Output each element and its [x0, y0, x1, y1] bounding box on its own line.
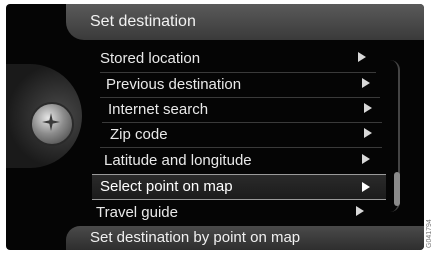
play-arrow-icon: [356, 206, 364, 216]
menu-item-label: Internet search: [108, 101, 209, 118]
page-title: Set destination: [90, 13, 196, 30]
menu-item[interactable]: Internet search: [102, 99, 382, 121]
divider: [100, 97, 380, 98]
play-arrow-icon: [358, 52, 366, 62]
menu-item-label: Select point on map: [100, 178, 233, 195]
nav-screen: Set destination Stored location Previous…: [6, 4, 424, 250]
play-arrow-icon: [362, 78, 370, 88]
menu-item[interactable]: Latitude and longitude: [98, 150, 382, 172]
header-bar: Set destination: [66, 4, 424, 40]
play-arrow-icon: [364, 103, 372, 113]
menu-item[interactable]: Zip code: [102, 124, 382, 146]
menu-item-label: Stored location: [100, 50, 201, 67]
divider: [100, 147, 382, 148]
footer-bar: Set destination by point on map: [66, 226, 424, 250]
menu-item[interactable]: Travel guide: [90, 202, 380, 224]
play-arrow-icon: [362, 182, 370, 192]
image-code: G041794: [426, 219, 433, 248]
divider: [102, 122, 382, 123]
menu-item-selected[interactable]: Select point on map: [92, 174, 386, 200]
divider: [100, 72, 376, 73]
menu-item-label: Previous destination: [106, 76, 242, 93]
menu-item-label: Travel guide: [96, 204, 178, 221]
menu-item[interactable]: Stored location: [94, 48, 382, 70]
footer-help-text: Set destination by point on map: [90, 229, 301, 246]
menu-list: Stored location Previous destination Int…: [6, 40, 424, 226]
menu-item-label: Latitude and longitude: [104, 152, 252, 169]
scrollbar-thumb[interactable]: [394, 172, 400, 206]
menu-item-label: Zip code: [110, 126, 168, 143]
play-arrow-icon: [362, 154, 370, 164]
play-arrow-icon: [364, 128, 372, 138]
menu-item[interactable]: Previous destination: [100, 74, 382, 96]
